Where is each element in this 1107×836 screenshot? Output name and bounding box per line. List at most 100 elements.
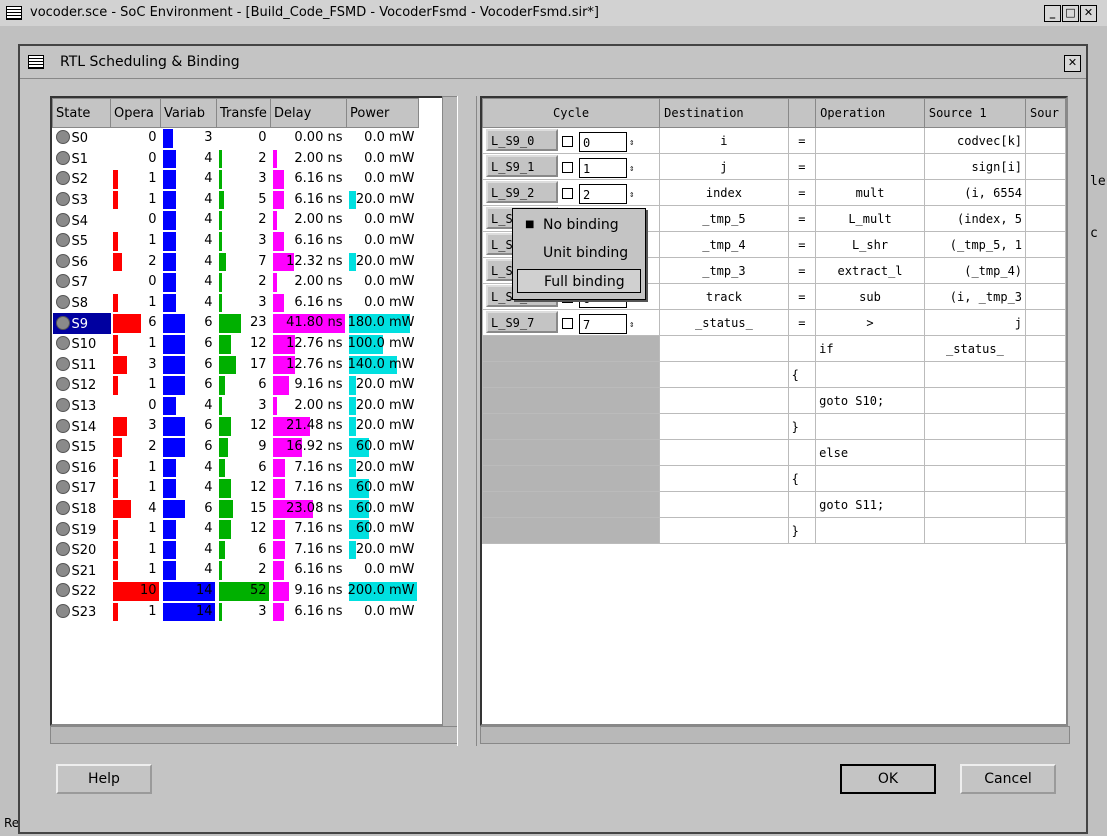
menu-item-full-binding[interactable]: Full binding	[517, 269, 641, 293]
metric-value-xfer: 9	[258, 438, 267, 454]
metric-value-power: 100.0 mW	[347, 335, 415, 351]
column-header-operations[interactable]: Opera	[110, 98, 161, 128]
operation-table-horizontal-scrollbar[interactable]	[480, 726, 1070, 744]
system-menu-icon[interactable]	[6, 6, 22, 20]
operation-label-button[interactable]: L_S9_1	[486, 155, 558, 178]
operation-label-button[interactable]: L_S9_0	[486, 129, 558, 152]
state-row[interactable]: S21 1 4 2 6.16 ns 0.0 mW	[53, 560, 419, 581]
state-row[interactable]: S0 0 3 0 0.00 ns 0.0 mW	[53, 128, 419, 149]
column-header-assign[interactable]	[787, 98, 817, 128]
operation-checkbox[interactable]	[562, 162, 573, 174]
metric-cell-power: 140.0 mW	[347, 355, 419, 376]
close-icon[interactable]: ✕	[1080, 5, 1097, 22]
dialog-menu-icon[interactable]	[28, 55, 44, 69]
state-row[interactable]: S19 1 4 12 7.16 ns 60.0 mW	[53, 519, 419, 540]
state-row[interactable]: S23 1 14 3 6.16 ns 0.0 mW	[53, 602, 419, 623]
metric-value-power: 0.0 mW	[364, 562, 415, 578]
metric-value-xfer: 6	[258, 459, 267, 475]
state-cell: S16	[53, 458, 111, 479]
column-header-state[interactable]: State	[52, 98, 111, 128]
metric-cell-ops: 1	[111, 602, 161, 623]
column-header-cycle[interactable]: Cycle	[482, 98, 661, 128]
operation-label-button[interactable]: L_S9_7	[486, 311, 558, 334]
metric-value-xfer: 2	[258, 212, 267, 228]
metric-cell-vars: 14	[161, 602, 217, 623]
menu-item-no-binding[interactable]: ■ No binding	[517, 213, 641, 237]
spin-arrows-icon[interactable]: ⇕	[629, 164, 634, 174]
state-row[interactable]: S22 10 14 52 9.16 ns 200.0 mW	[53, 581, 419, 602]
state-row[interactable]: S16 1 4 6 7.16 ns 20.0 mW	[53, 458, 419, 479]
cycle-spinbox[interactable]: 0	[579, 131, 627, 152]
cycle-spinbox[interactable]: 7	[579, 313, 627, 334]
spin-arrows-icon[interactable]: ⇕	[629, 320, 634, 330]
metric-bar-xfer	[218, 417, 231, 436]
metric-bar-vars	[162, 149, 176, 169]
state-row[interactable]: S10 1 6 12 12.76 ns 100.0 mW	[53, 334, 419, 355]
state-row[interactable]: S1 0 4 2 2.00 ns 0.0 mW	[53, 149, 419, 170]
metric-value-ops: 0	[148, 274, 157, 290]
state-row[interactable]: S17 1 4 12 7.16 ns 60.0 mW	[53, 478, 419, 499]
operation-row[interactable]: L_S9_7 7 ⇕ _status_ = > j	[482, 309, 1066, 336]
metric-value-delay: 6.16 ns	[294, 191, 343, 207]
state-table-horizontal-scrollbar[interactable]	[50, 726, 462, 744]
code-statement-cell: goto S10;	[815, 387, 925, 414]
state-label: S16	[71, 460, 97, 476]
menu-item-unit-binding[interactable]: Unit binding	[517, 241, 641, 265]
spin-arrows-icon[interactable]: ⇕	[629, 190, 634, 200]
state-row[interactable]: S15 2 6 9 16.92 ns 60.0 mW	[53, 437, 419, 458]
column-header-variables[interactable]: Variab	[160, 98, 217, 128]
operation-checkbox[interactable]	[562, 318, 573, 330]
minimize-icon[interactable]: _	[1044, 5, 1061, 22]
cycle-spinbox[interactable]: 1	[579, 157, 627, 178]
column-header-operation[interactable]: Operation	[815, 98, 925, 128]
metric-bar-ops	[112, 293, 118, 313]
column-header-source-1[interactable]: Source 1	[923, 98, 1027, 128]
column-header-delay[interactable]: Delay	[270, 98, 347, 128]
spin-arrows-icon[interactable]: ⇕	[629, 138, 634, 148]
column-header-destination[interactable]: Destination	[659, 98, 789, 128]
operation-row[interactable]: L_S9_1 1 ⇕ j = sign[i]	[482, 153, 1066, 180]
state-label: S17	[71, 481, 97, 497]
operation-checkbox[interactable]	[562, 136, 573, 148]
state-row[interactable]: S3 1 4 5 6.16 ns 20.0 mW	[53, 190, 419, 211]
metric-cell-delay: 6.16 ns	[271, 602, 347, 623]
state-row[interactable]: S12 1 6 6 9.16 ns 20.0 mW	[53, 375, 419, 396]
cancel-button[interactable]: Cancel	[960, 764, 1056, 794]
operation-checkbox[interactable]	[562, 188, 573, 200]
state-row[interactable]: S6 2 4 7 12.32 ns 20.0 mW	[53, 252, 419, 273]
column-header-power[interactable]: Power	[346, 98, 419, 128]
column-header-transfers[interactable]: Transfe	[216, 98, 271, 128]
dialog-close-icon[interactable]: ✕	[1064, 55, 1081, 72]
state-row[interactable]: S13 0 4 3 2.00 ns 20.0 mW	[53, 396, 419, 417]
metric-bar-power	[348, 540, 356, 560]
state-row[interactable]: S20 1 4 6 7.16 ns 20.0 mW	[53, 540, 419, 561]
state-row[interactable]: S7 0 4 2 2.00 ns 0.0 mW	[53, 272, 419, 293]
metric-bar-ops	[112, 458, 118, 478]
operation-label-button[interactable]: L_S9_2	[486, 181, 558, 204]
state-label: S9	[71, 316, 89, 332]
code-statement-cell	[815, 361, 925, 388]
state-row[interactable]: S5 1 4 3 6.16 ns 0.0 mW	[53, 231, 419, 252]
help-button[interactable]: Help	[56, 764, 152, 794]
operation-row[interactable]: L_S9_2 2 ⇕ index = mult (i, 6554	[482, 179, 1066, 206]
state-cell: S14	[53, 416, 111, 437]
cycle-spinbox[interactable]: 2	[579, 183, 627, 204]
metric-bar-vars	[162, 334, 185, 354]
metric-cell-vars: 4	[161, 272, 217, 293]
maximize-icon[interactable]: □	[1062, 5, 1079, 22]
state-row[interactable]: S9 6 6 23 41.80 ns 180.0 mW	[52, 313, 419, 334]
panel-splitter[interactable]	[457, 96, 477, 746]
metric-value-vars: 6	[204, 438, 213, 454]
metric-value-power: 20.0 mW	[355, 418, 415, 434]
metric-cell-delay: 7.16 ns	[271, 540, 347, 561]
state-row[interactable]: S18 4 6 15 23.08 ns 60.0 mW	[53, 499, 419, 520]
column-header-source-2[interactable]: Sour	[1025, 98, 1066, 128]
state-row[interactable]: S11 3 6 17 12.76 ns 140.0 mW	[53, 355, 419, 376]
metric-cell-delay: 12.76 ns	[271, 355, 347, 376]
operation-row[interactable]: L_S9_0 0 ⇕ i = codvec[k]	[482, 127, 1066, 154]
state-row[interactable]: S4 0 4 2 2.00 ns 0.0 mW	[53, 210, 419, 231]
state-row[interactable]: S14 3 6 12 21.48 ns 20.0 mW	[53, 416, 419, 437]
state-row[interactable]: S2 1 4 3 6.16 ns 0.0 mW	[53, 169, 419, 190]
ok-button[interactable]: OK	[840, 764, 936, 794]
state-row[interactable]: S8 1 4 3 6.16 ns 0.0 mW	[53, 293, 419, 314]
